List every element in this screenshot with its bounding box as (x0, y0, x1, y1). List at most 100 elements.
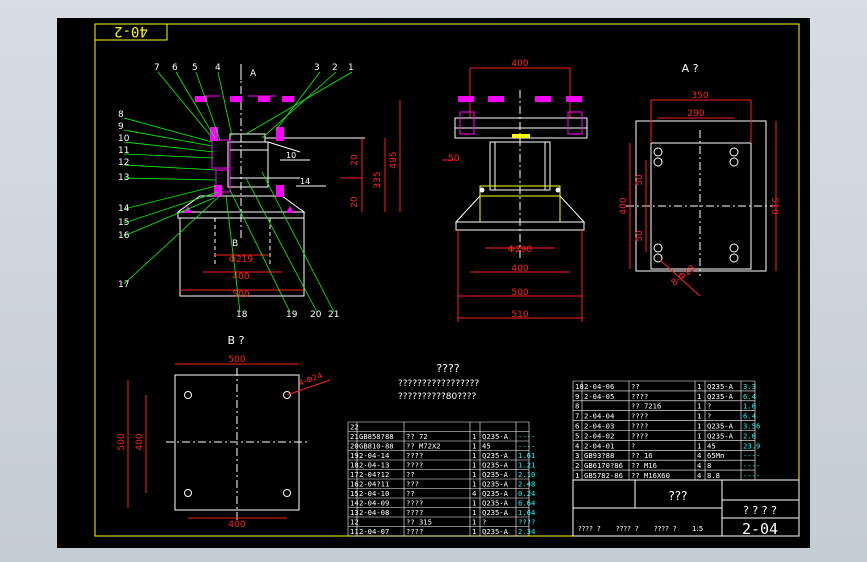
bom-cell: 2-04-10 (359, 489, 389, 498)
bom-cell: ??? (406, 480, 419, 489)
note-2: ??????????80???? (398, 392, 477, 402)
bom-cell: 8 (575, 402, 579, 411)
bom-cell: Q235-A (482, 499, 509, 508)
bom-cell: 1 (697, 402, 701, 411)
bom-cell: 2-04-09 (359, 499, 389, 508)
title-right: ? ? ? ? (743, 504, 777, 517)
dim-335: 335 (373, 171, 383, 188)
bom-cell: 65Mn (707, 451, 724, 460)
code-box-text: 40-2 (114, 23, 148, 39)
bom-cell: 20 (350, 442, 359, 451)
part-11: 11 (118, 146, 129, 156)
bom-cell: 1 (697, 422, 701, 431)
bom-cell: Q235-A (482, 527, 509, 536)
bom-cell: 3 (575, 451, 579, 460)
title-footer-cell: ? (635, 525, 639, 533)
bom-cell: ---- (743, 471, 760, 480)
bom-cell: ?? 315 (406, 518, 432, 527)
bom-cell: 2-04-01 (584, 441, 614, 450)
bom-cell: ? (707, 412, 711, 421)
bom-cell: ???? (631, 422, 648, 431)
bom-cell: Q235-A (482, 451, 509, 460)
side-dim-phi290: Φ290 (508, 245, 533, 255)
bom-cell: 23.9 (743, 441, 760, 450)
bom-cell: ???? (406, 527, 423, 536)
part-1: 1 (348, 63, 354, 73)
title-footer-cell: ???? (578, 525, 593, 533)
bom-row: 21 GB858?88 ?? 72 1 Q235-A ---- (348, 431, 535, 441)
bom-cell: 12 (350, 518, 359, 527)
notes-title: ???? (436, 362, 460, 375)
bom-row: 10 2-04-06?? 1 Q235-A 3.3 (573, 380, 756, 391)
dim-500: 500 (232, 290, 249, 300)
view-b-title: B ? (228, 334, 245, 347)
bom-cell: 1 (575, 471, 579, 480)
bom-cell: 1 (472, 480, 476, 489)
bom-cell: 4 (472, 489, 476, 498)
view-a-dim-50b: 50 (635, 230, 645, 242)
bom-cell: 2 (575, 461, 579, 470)
dim-20b: 20 (350, 196, 360, 208)
part-9: 9 (118, 122, 124, 132)
side-dim-50: 50 (448, 154, 460, 164)
side-dim-500: 500 (511, 288, 528, 298)
dim-20a: 20 (350, 154, 360, 166)
bom-cell: 45 (707, 441, 716, 450)
side-dim-510: 510 (511, 310, 528, 320)
bom-row: 11 2-04-07???? 1 Q235-A 2.34 (348, 526, 535, 536)
bom-cell: Q235-A (482, 432, 509, 441)
bom-cell: 18 (350, 461, 359, 470)
bom-cell: ?? M16X60 (631, 471, 670, 480)
bom-cell: 1 (472, 499, 476, 508)
bom-cell: 2-04-03 (584, 422, 614, 431)
bom-cell: Q235-A (707, 392, 734, 401)
bom-row: 14 2-04-09???? 1 Q235-A 6.64 (348, 497, 535, 508)
bom-cell: Q235-A (482, 480, 509, 489)
bom-cell: ???? (406, 461, 423, 470)
bom-cell: ---- (743, 451, 760, 460)
bom-cell: ???? (406, 499, 423, 508)
bom-cell: 1 (697, 382, 701, 391)
view-a-holes: 8-Φ18 (670, 263, 698, 288)
part-8: 8 (118, 110, 124, 120)
view-a-dim-400: 400 (619, 197, 629, 214)
bom-cell: 1 (472, 442, 476, 451)
bom-cell: ???? (406, 508, 423, 517)
bom-cell: 16 (350, 480, 359, 489)
bom-row: 8 ?? 7216 1? 1.6 (573, 400, 756, 411)
bom-row: 9 2-04-05???? 1 Q235-A 6.4 (573, 390, 756, 401)
bom-cell: 1 (472, 470, 476, 479)
section-b-label: B (232, 239, 238, 249)
bom-cell: 2-04-13 (359, 461, 389, 470)
drawing-number: 2-04 (742, 520, 778, 538)
bom-cell: 9 (575, 392, 579, 401)
bom-cell: 1.64 (518, 508, 535, 517)
drawing-canvas: 40-2 Φ219 400 500 20 335 495 20 A B 10 1… (94, 23, 800, 538)
part-16: 16 (118, 231, 130, 241)
bom-cell: GB5782-86 (584, 471, 623, 480)
drawing-sheet[interactable]: 40-2 Φ219 400 500 20 335 495 20 A B 10 1… (57, 18, 810, 548)
bom-cell: 1 (697, 412, 701, 421)
bom-cell: ???? (518, 518, 535, 527)
view-b-holes: 4-Φ24 (298, 371, 324, 388)
part-2: 2 (332, 63, 338, 73)
bom-cell: 2-04?12 (359, 470, 389, 479)
bom-cell: 3.3 (743, 382, 756, 391)
view-a-dim-50a: 50 (635, 174, 645, 186)
bom-cell: 2-04-05 (584, 392, 614, 401)
side-view: 400 50 Φ290 400 500 510 (442, 59, 588, 322)
bom-cell: 1.21 (518, 461, 535, 470)
bom-row: 16 2-04?11??? 1 Q235-A 2.48 (348, 478, 535, 489)
bom-cell: 7 (575, 412, 579, 421)
bom-cell: ?? (631, 382, 640, 391)
bom-cell: ???? (631, 392, 648, 401)
part-12: 12 (118, 158, 129, 168)
bom-cell: Q235-A (707, 431, 734, 440)
bom-cell: ---- (743, 461, 760, 470)
bom-row: 12 ?? 315 1????? (348, 516, 535, 527)
bom-cell: 0.24 (518, 489, 535, 498)
bom-cell: 1 (697, 441, 701, 450)
bom-cell: 6.64 (518, 499, 535, 508)
bom-cell: 8.8 (707, 471, 720, 480)
title-footer-cell: ???? (616, 525, 631, 533)
